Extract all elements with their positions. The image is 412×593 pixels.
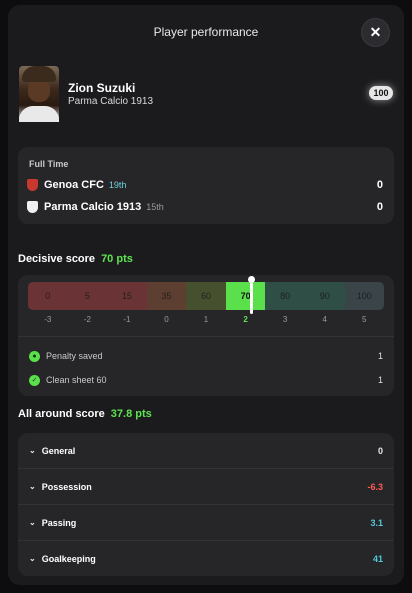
away-team-score: 0 <box>376 201 383 213</box>
decisive-score-card: 0 5 15 35 60 70 80 90 100 -3 -2 -1 0 1 2 3 4 5 ● Penalty… <box>18 275 394 396</box>
decisive-score-label: Decisive score <box>18 253 96 265</box>
player-avatar <box>19 66 59 122</box>
all-around-score-title: All around score 37.8 pts <box>18 408 152 420</box>
decisive-score-scale: 0 5 15 35 60 70 80 90 100 <box>28 276 385 314</box>
home-team-row[interactable]: Genoa CFC 19th 0 <box>27 178 383 192</box>
category-value: 0 <box>377 445 383 456</box>
scale-tick: 0 <box>164 315 169 324</box>
modal-title: Player performance <box>153 25 259 39</box>
home-team-rank: 19th <box>108 180 127 190</box>
stat-value: 1 <box>377 375 383 385</box>
scale-tick: 3 <box>282 315 288 324</box>
penalty-saved-icon: ● <box>29 350 40 362</box>
all-around-score-label: All around score <box>18 408 105 420</box>
scale-tick: -2 <box>83 315 91 324</box>
player-team: Parma Calcio 1913 <box>68 96 154 107</box>
home-team-name: Genoa CFC <box>44 179 104 191</box>
genoa-crest-icon <box>27 179 38 191</box>
category-passing[interactable]: ⌄ Passing 3.1 <box>18 505 394 540</box>
decisive-score-title: Decisive score 70 pts <box>18 253 133 265</box>
category-label: Possession <box>41 481 92 492</box>
close-icon: ✕ <box>369 24 382 40</box>
chevron-down-icon: ⌄ <box>29 554 36 563</box>
chevron-down-icon: ⌄ <box>29 482 36 491</box>
scale-segment: 100 <box>344 282 385 310</box>
scale-tick: -1 <box>123 315 131 324</box>
scale-tick: 4 <box>322 315 327 324</box>
category-value: 41 <box>372 553 383 564</box>
divider <box>18 336 394 337</box>
scale-segment: 80 <box>265 282 305 310</box>
home-team-score: 0 <box>376 179 383 191</box>
category-value: -6.3 <box>367 481 383 492</box>
scale-segment: 70 <box>225 282 266 310</box>
player-name: Zion Suzuki <box>68 81 136 95</box>
chevron-down-icon: ⌄ <box>29 446 36 455</box>
all-around-score-points: 37.8 pts <box>110 408 152 420</box>
scale-tick: 5 <box>362 315 367 324</box>
score-marker <box>248 276 255 314</box>
full-time-card: Full Time Genoa CFC 19th 0 Parma Calcio … <box>18 147 394 224</box>
clean-sheet-icon: ✓ <box>29 374 40 386</box>
stat-label: Penalty saved <box>46 351 103 361</box>
stat-row-clean-sheet: ✓ Clean sheet 60 1 <box>29 373 383 387</box>
scale-segment: 35 <box>146 282 187 310</box>
scale-segment: 15 <box>107 282 147 310</box>
scale-tick: 2 <box>243 315 248 324</box>
away-team-name: Parma Calcio 1913 <box>44 201 142 213</box>
chevron-down-icon: ⌄ <box>29 518 36 527</box>
category-label: Goalkeeping <box>41 553 96 564</box>
stat-label: Clean sheet 60 <box>46 375 107 385</box>
category-label: General <box>41 445 76 456</box>
parma-crest-icon <box>27 201 38 213</box>
all-around-score-card: ⌄ General 0 ⌄ Possession -6.3 ⌄ Passing … <box>18 433 394 576</box>
decisive-score-ticks: -3 -2 -1 0 1 2 3 4 5 <box>28 315 384 324</box>
category-goalkeeping[interactable]: ⌄ Goalkeeping 41 <box>18 541 394 576</box>
player-performance-modal: Player performance ✕ Zion Suzuki Parma C… <box>8 5 404 585</box>
stat-value: 1 <box>377 351 383 361</box>
full-time-label: Full Time <box>29 159 69 169</box>
scale-segment: 90 <box>304 282 345 310</box>
away-team-row[interactable]: Parma Calcio 1913 15th 0 <box>27 200 383 214</box>
category-label: Passing <box>41 517 77 528</box>
scale-segment: 0 <box>28 282 68 310</box>
decisive-score-points: 70 pts <box>101 253 133 265</box>
category-general[interactable]: ⌄ General 0 <box>18 433 394 468</box>
scale-segment: 60 <box>186 282 226 310</box>
player-score-badge: 100 <box>369 86 393 100</box>
scale-tick: -3 <box>44 315 52 324</box>
category-possession[interactable]: ⌄ Possession -6.3 <box>18 469 394 504</box>
scale-segment: 5 <box>67 282 108 310</box>
away-team-rank: 15th <box>146 202 164 212</box>
scale-tick: 1 <box>203 315 209 324</box>
category-value: 3.1 <box>370 517 383 528</box>
stat-row-penalty-saved: ● Penalty saved 1 <box>29 349 383 363</box>
close-button[interactable]: ✕ <box>361 18 390 47</box>
